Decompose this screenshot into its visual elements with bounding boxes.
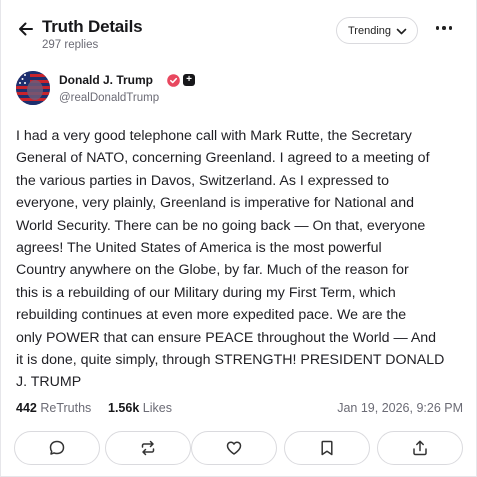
post-line: it is done, quite simply, through STRENG… [16,352,445,369]
reply-button[interactable] [14,431,100,465]
post-action-bar [14,431,466,465]
author-handle[interactable]: @realDonaldTrump [59,92,159,104]
bookmark-icon [321,440,333,456]
more-horizontal-icon [435,26,440,30]
avatar-image [16,71,50,105]
post-stats: 442 ReTruths 1.56k Likes Jan 19, 2026, 9… [16,401,463,419]
post-line: only POWER that can ensure PEACE through… [16,329,437,346]
post-line: everyone, very plainly, Greenland is imp… [16,195,414,212]
page-title: Truth Details [42,17,143,36]
share-icon [413,440,427,456]
page-header: Truth Details 297 replies Trending [15,14,465,56]
post-timestamp: Jan 19, 2026, 9:26 PM [337,401,463,415]
bookmark-button[interactable] [284,431,370,465]
post-line: J. TRUMP [16,374,82,391]
likes-label: Likes [142,401,172,415]
post-line: rebuilding continues at even more expedi… [16,307,407,324]
chevron-down-icon [396,28,407,35]
retruths-label: ReTruths [40,401,92,415]
like-button[interactable] [191,431,277,465]
arrow-left-icon [19,22,33,36]
post-line: I had a very good telephone call with Ma… [16,128,412,144]
author-name[interactable]: Donald J. Trump [59,73,153,87]
post-detail-panel: Truth Details 297 replies Trending Donal… [0,0,477,477]
verified-badge-icon [167,74,180,87]
plus-badge: + [183,74,195,86]
avatar[interactable] [16,71,50,105]
post-line: agrees! The United States of America is … [16,240,382,257]
retruth-button[interactable] [105,431,191,465]
retruths-stat[interactable]: 442 ReTruths [16,401,91,415]
comment-icon [49,440,65,455]
post-line: this is a rebuilding of our Military dur… [16,284,396,301]
likes-count: 1.56k [108,401,140,415]
post-line: General of NATO, concerning Greenland. I… [16,150,430,167]
back-button[interactable] [15,18,37,40]
share-button[interactable] [377,431,463,465]
heart-icon [226,441,242,455]
likes-stat[interactable]: 1.56k Likes [108,401,172,415]
reply-count: 297 replies [42,39,99,51]
retruths-count: 442 [16,401,37,415]
post-line: the various parties in Davos, Switzerlan… [16,172,389,189]
more-options-button[interactable] [433,20,455,36]
post-line: Country anywhere on the Globe, by far. M… [16,262,409,279]
post-line: World Security. There can be no going ba… [16,217,426,234]
trending-label: Trending [348,24,392,37]
post-body: I had a very good telephone call with Ma… [16,125,466,394]
author-block: Donald J. Trump + @realDonaldTrump [16,71,316,111]
trending-sort-dropdown[interactable]: Trending [336,17,418,44]
repost-icon [141,440,155,456]
